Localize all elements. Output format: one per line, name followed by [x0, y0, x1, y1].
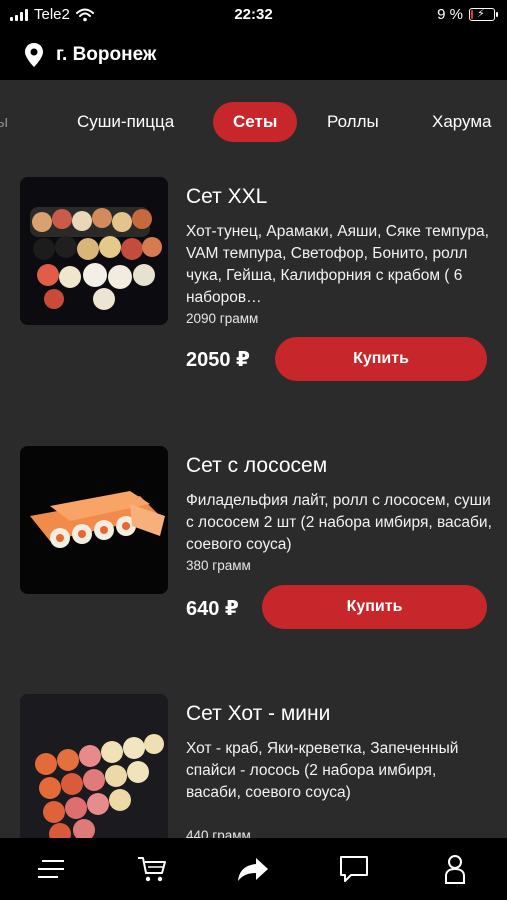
product-weight: 440 грамм	[186, 828, 251, 838]
product-title[interactable]: Сет с лососем	[186, 454, 327, 478]
product-price: 640 ₽	[186, 598, 239, 620]
battery-icon: ⚡	[469, 8, 498, 21]
bottom-navigation	[0, 838, 507, 900]
product-description: Хот-тунец, Арамаки, Аяши, Сяке темпура, …	[186, 223, 489, 306]
battery-percent: 9 %	[437, 6, 463, 23]
product-title[interactable]: Сет Хот - мини	[186, 702, 330, 726]
product-card[interactable]: Сет с лососем Филадельфия лайт, ролл с л…	[0, 446, 507, 646]
product-image[interactable]	[20, 446, 168, 594]
status-time: 22:32	[234, 6, 273, 23]
city-selector[interactable]: г. Воронеж	[0, 30, 507, 80]
profile-icon[interactable]	[438, 852, 472, 886]
product-weight: 2090 грамм	[186, 311, 259, 326]
menu-icon[interactable]	[35, 852, 69, 886]
location-pin-icon	[25, 43, 43, 67]
buy-button[interactable]: Купить	[262, 585, 487, 629]
category-tabs[interactable]: ы Суши-пицца Сеты Роллы Харума	[0, 80, 507, 166]
tab-rolls[interactable]: Роллы	[327, 102, 379, 142]
product-title[interactable]: Сет XXL	[186, 185, 267, 209]
tab-sets[interactable]: Сеты	[213, 102, 298, 142]
product-weight: 380 грамм	[186, 558, 251, 573]
status-bar: Tele2 22:32 9 % ⚡	[0, 0, 507, 30]
city-name: г. Воронеж	[56, 44, 157, 65]
product-card[interactable]: Сет Хот - мини Хот - краб, Яки-креветка,…	[0, 694, 507, 838]
buy-button[interactable]: Купить	[275, 337, 487, 381]
product-image[interactable]	[20, 694, 168, 838]
tab-partial-left[interactable]: ы	[0, 102, 8, 142]
tab-haruma[interactable]: Харума	[432, 102, 492, 142]
chat-icon[interactable]	[337, 852, 371, 886]
status-right: 9 % ⚡	[437, 6, 498, 23]
cart-icon[interactable]	[135, 852, 169, 886]
product-description: Филадельфия лайт, ролл с лососем, суши с…	[186, 492, 492, 553]
share-arrow-icon[interactable]	[236, 852, 270, 886]
product-description: Хот - краб, Яки-креветка, Запеченный спа…	[186, 740, 459, 801]
product-card[interactable]: Сет XXL Хот-тунец, Арамаки, Аяши, Сяке т…	[0, 177, 507, 387]
product-image[interactable]	[20, 177, 168, 325]
product-price: 2050 ₽	[186, 349, 250, 371]
tab-sushi-pizza[interactable]: Суши-пицца	[77, 102, 174, 142]
